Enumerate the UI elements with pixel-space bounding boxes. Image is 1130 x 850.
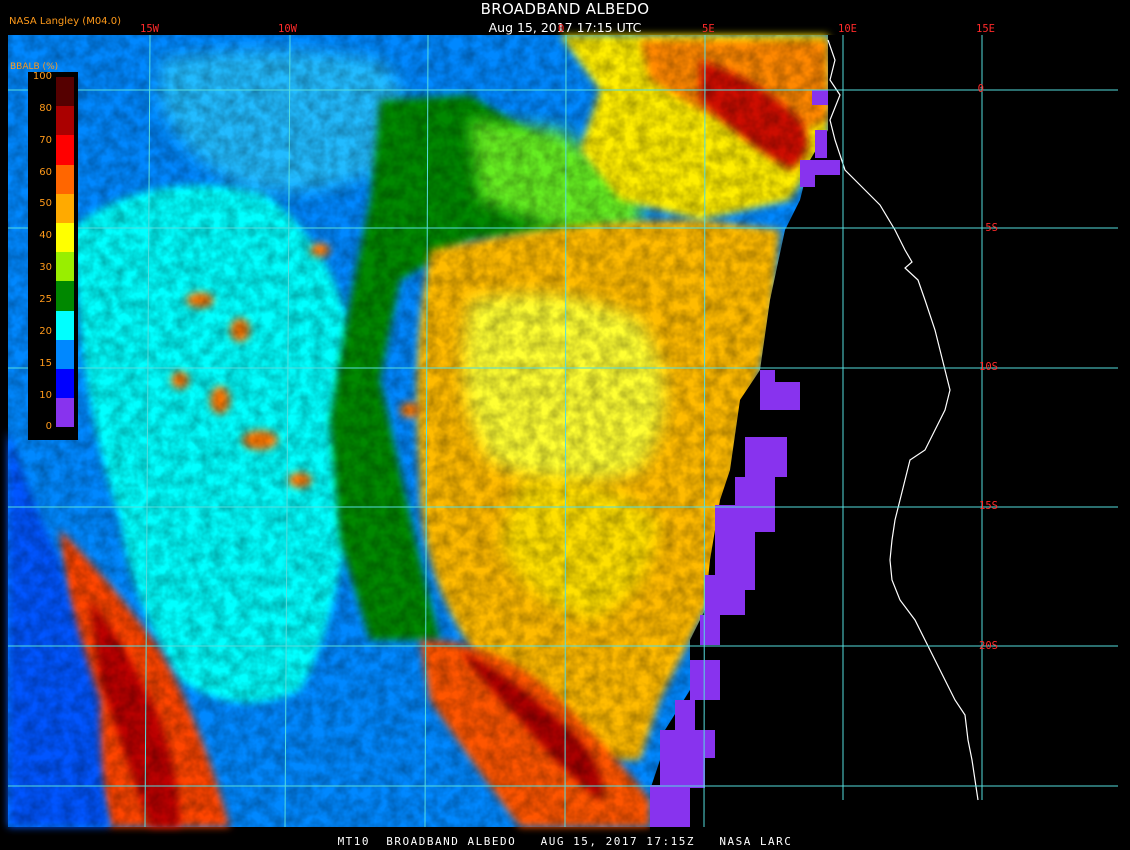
lon-label-15e: 15E xyxy=(976,23,995,35)
legend-tick-label: 100 xyxy=(32,71,52,82)
map-title: BROADBAND ALBEDO xyxy=(480,0,650,18)
legend-tick-label: 0 xyxy=(45,421,52,433)
legend-tick-label: 60 xyxy=(39,166,52,178)
lat-label-5s: 5S xyxy=(985,222,998,234)
map-timestamp: Aug 15, 2017 17:15 UTC xyxy=(488,20,642,35)
lon-label-15w: 15W xyxy=(140,23,159,35)
legend-swatch xyxy=(56,77,74,107)
legend-swatch xyxy=(56,398,74,428)
legend-tick-label: 10 xyxy=(39,389,52,401)
legend-tick-label: 25 xyxy=(39,293,52,305)
legend-tick-label: 70 xyxy=(39,134,52,146)
legend-swatch xyxy=(56,339,74,369)
legend-tick-label: 15 xyxy=(39,357,52,369)
legend-tick-label: 40 xyxy=(39,230,52,242)
legend-swatch xyxy=(56,106,74,136)
legend-swatch xyxy=(56,310,74,340)
legend-tick-label: 50 xyxy=(39,198,52,210)
lon-label-0: 0 xyxy=(558,23,565,35)
source-label: NASA Langley (M04.0) xyxy=(9,16,121,27)
legend-swatch xyxy=(56,193,74,223)
lat-label-15s: 15S xyxy=(979,500,998,512)
legend-swatch xyxy=(56,164,74,194)
legend-swatch xyxy=(56,135,74,165)
lat-label-20s: 20S xyxy=(979,640,998,652)
albedo-map xyxy=(8,34,1130,850)
legend-tick-label: 80 xyxy=(39,102,52,114)
legend-swatch xyxy=(56,223,74,253)
legend-swatch xyxy=(56,281,74,311)
legend-tick-label: 20 xyxy=(39,325,52,337)
legend-swatch xyxy=(56,252,74,282)
lon-label-10w: 10W xyxy=(278,23,297,35)
lat-label-10s: 10S xyxy=(979,361,998,373)
lat-label-0: 0 xyxy=(977,83,984,95)
legend-tick-label: 30 xyxy=(39,262,52,274)
footer-caption: MT10 BROADBAND ALBEDO AUG 15, 2017 17:15… xyxy=(337,835,793,848)
lon-label-10e: 10E xyxy=(838,23,857,35)
lon-label-5e: 5E xyxy=(702,23,715,35)
legend-swatch xyxy=(56,369,74,399)
